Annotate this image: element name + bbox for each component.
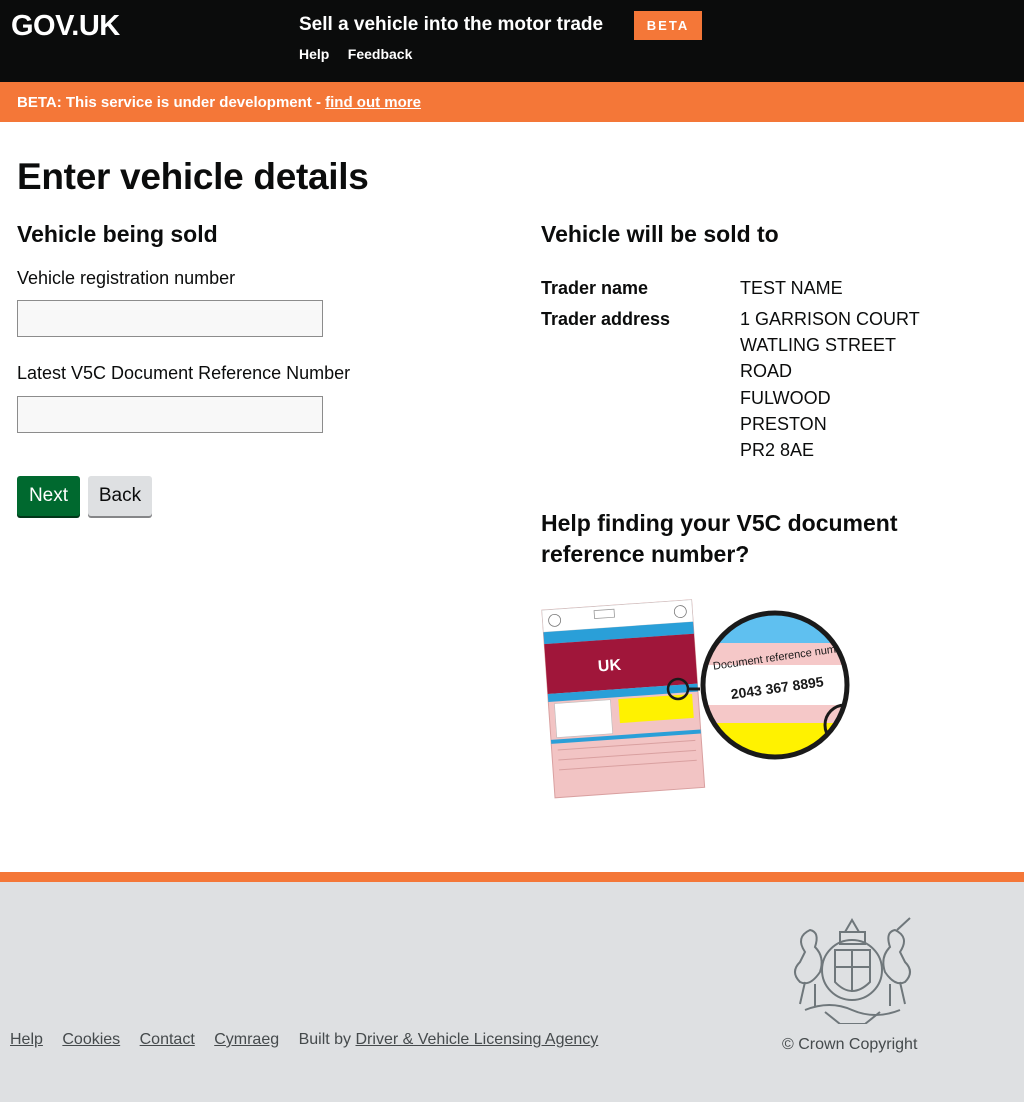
help-heading: Help finding your V5C document reference… <box>541 510 898 567</box>
trader-address-value: 1 GARRISON COURT WATLING STREET ROAD FUL… <box>740 306 920 463</box>
crown-copyright: © Crown Copyright <box>782 1036 918 1053</box>
royal-crest-icon <box>794 917 911 1024</box>
find-out-more-link[interactable]: find out more <box>325 94 421 111</box>
next-button[interactable]: Next <box>17 476 80 516</box>
address-line: PR2 8AE <box>740 440 815 461</box>
phase-badge: BETA <box>634 11 702 40</box>
trader-address-key: Trader address <box>541 309 671 329</box>
registration-label: Vehicle registration number <box>17 268 236 288</box>
header-feedback-link[interactable]: Feedback <box>348 46 413 62</box>
trader-section-heading: Vehicle will be sold to <box>541 221 779 247</box>
footer-links: Help Cookies Contact Cymraeg Built by Dr… <box>10 1031 598 1049</box>
footer-cookies-link[interactable]: Cookies <box>62 1031 120 1048</box>
built-by-text: Built by <box>298 1031 356 1048</box>
address-line: ROAD <box>740 361 793 382</box>
doc-ref-input[interactable] <box>17 396 323 433</box>
beta-banner-text: BETA: This service is under development … <box>17 94 421 111</box>
trader-name-value: TEST NAME <box>740 278 843 298</box>
address-line: PRESTON <box>740 413 827 434</box>
page-title: Enter vehicle details <box>17 156 369 197</box>
service-name[interactable]: Sell a vehicle into the motor trade <box>299 14 603 36</box>
site-header: GOV.UK Sell a vehicle into the motor tra… <box>0 0 1024 82</box>
registration-input[interactable] <box>17 300 323 337</box>
doc-ref-label: Latest V5C Document Reference Number <box>17 363 351 383</box>
site-footer: Help Cookies Contact Cymraeg Built by Dr… <box>0 882 1024 1102</box>
footer-cymraeg-link[interactable]: Cymraeg <box>214 1031 279 1048</box>
v5c-document-illustration: UK Document reference number 2043 367 88… <box>541 599 850 799</box>
doc-uk-text: UK <box>597 657 622 676</box>
header-nav: Help Feedback <box>299 46 426 64</box>
vehicle-section-heading: Vehicle being sold <box>17 221 218 247</box>
trader-name-key: Trader name <box>541 278 649 298</box>
dvla-link[interactable]: Driver & Vehicle Licensing Agency <box>356 1031 599 1048</box>
back-button[interactable]: Back <box>88 476 152 516</box>
beta-banner: BETA: This service is under development … <box>0 82 1024 122</box>
address-line: FULWOOD <box>740 387 831 408</box>
govuk-logo-link[interactable]: GOV.UK <box>11 10 120 43</box>
address-line: WATLING STREET <box>740 335 897 356</box>
footer-help-link[interactable]: Help <box>10 1031 43 1048</box>
address-line: 1 GARRISON COURT <box>740 309 920 329</box>
footer-contact-link[interactable]: Contact <box>140 1031 195 1048</box>
footer-border <box>0 872 1024 882</box>
header-help-link[interactable]: Help <box>299 46 329 62</box>
beta-banner-message: BETA: This service is under development … <box>17 94 326 111</box>
